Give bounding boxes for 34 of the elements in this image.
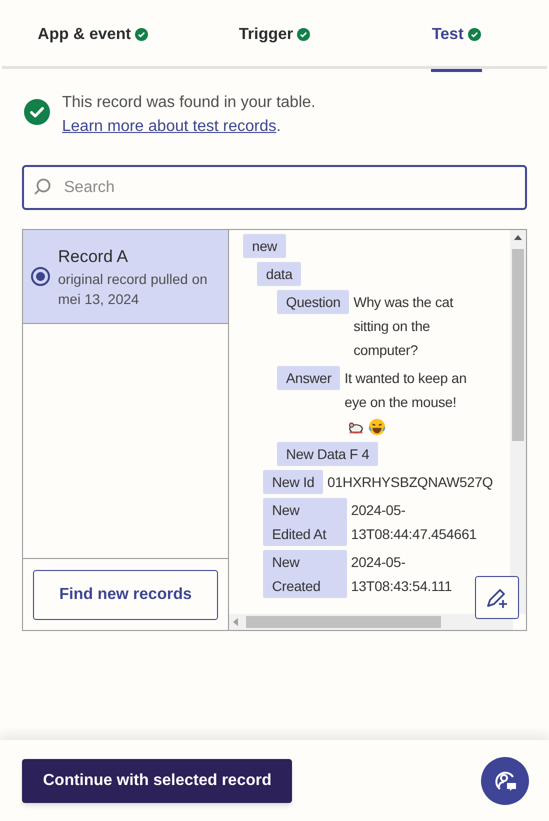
record-item[interactable]: Record A original record pulled on mei 13, 2024 — [23, 230, 228, 324]
field-value: 2024-05-13T08:43:54.111 — [351, 554, 452, 594]
field-key: New Data F 4 — [277, 442, 378, 466]
help-button[interactable] — [481, 756, 529, 804]
notice-text: This record was found in your table. Learn more about test records. — [62, 93, 316, 137]
vertical-scrollbar[interactable] — [510, 230, 526, 614]
tab[interactable]: Test — [432, 0, 481, 69]
add-edit-button[interactable] — [475, 576, 519, 619]
success-icon — [24, 99, 50, 125]
tab[interactable]: App & event — [38, 0, 148, 69]
search-icon — [32, 177, 52, 197]
check-icon — [297, 28, 310, 41]
continue-button[interactable]: Continue with selected record — [22, 758, 292, 802]
field-key: Answer — [277, 366, 340, 390]
tab[interactable]: Trigger — [238, 0, 310, 69]
field-key: new — [243, 234, 286, 258]
field-key: Question — [277, 290, 350, 314]
find-records-button[interactable]: Find new records — [33, 570, 218, 620]
check-icon — [468, 28, 481, 41]
learn-more-link[interactable]: Learn more about test records — [62, 118, 276, 135]
record-subtitle: original record pulled on mei 13, 2024 — [58, 270, 208, 308]
horizontal-scrollbar[interactable] — [229, 614, 513, 630]
field-key: New Edited At — [263, 498, 347, 546]
field-key: New Id — [263, 470, 324, 494]
field-key: New Created — [263, 550, 347, 598]
record-title: Record A — [58, 246, 129, 268]
field-value: 2024-05-13T08:44:47.454661 — [351, 502, 477, 542]
field-value: It wanted to keep an eye on the mouse! — [344, 370, 467, 410]
field-value: 01HXRHYSBZQNAW527Q — [327, 474, 493, 490]
search-field[interactable]: Search — [22, 165, 527, 210]
field-value: Why was the cat sitting on the computer? — [353, 294, 454, 358]
field-key: data — [257, 262, 302, 286]
radio-button[interactable] — [31, 267, 50, 286]
check-icon — [135, 28, 148, 41]
